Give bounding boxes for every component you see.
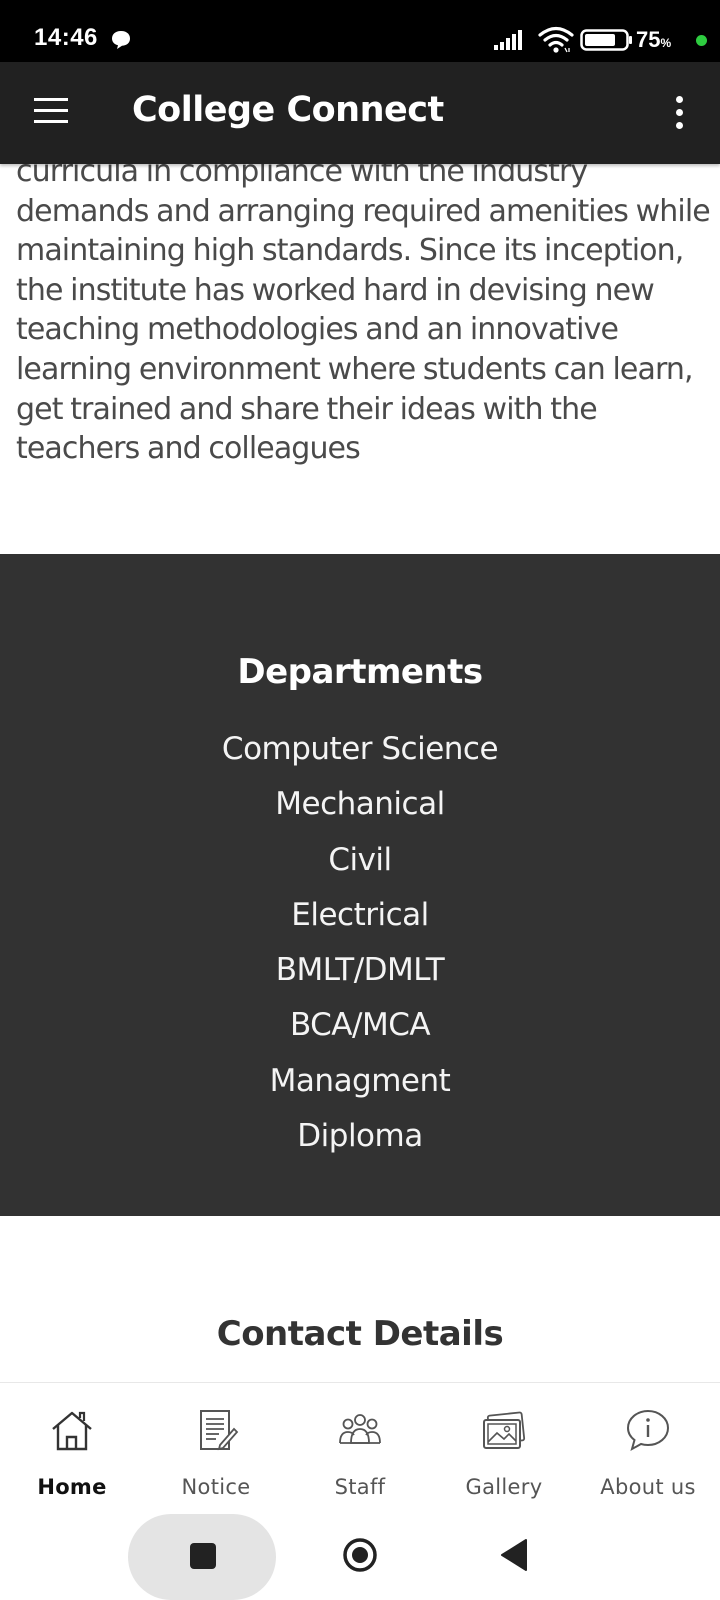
app-bar: College Connect (0, 62, 720, 164)
battery-icon (580, 29, 632, 51)
department-item-diploma: Diploma (297, 1118, 423, 1155)
nav-item-notice[interactable]: Notice (144, 1383, 288, 1513)
department-item-civil: Civil (328, 841, 392, 878)
signal-icon (494, 30, 522, 50)
staff-icon (339, 1414, 381, 1444)
department-item-mechanical: Mechanical (275, 786, 445, 823)
nav-label-about: About us (600, 1475, 696, 1499)
nav-item-about[interactable]: About us (576, 1383, 720, 1513)
charging-dot (696, 35, 707, 46)
departments-list: Computer Science Mechanical Civil Electr… (0, 722, 720, 1164)
battery-level: 75% (636, 27, 672, 52)
home-circle-icon[interactable] (342, 1537, 378, 1573)
gallery-icon (483, 1411, 526, 1449)
status-time: 14:46 (34, 24, 98, 51)
back-icon[interactable] (500, 1538, 530, 1572)
bottom-navigation: Home Notice Staff Gallery About us (0, 1382, 720, 1512)
about-paragraph: curricula in compliance with the industr… (16, 164, 711, 467)
nav-label-notice: Notice (181, 1475, 251, 1499)
recent-apps-icon (190, 1543, 216, 1569)
nav-item-staff[interactable]: Staff (288, 1383, 432, 1513)
department-item-managment: Managment (269, 1062, 451, 1099)
battery-percent-sign: % (660, 36, 672, 50)
main-content[interactable]: curricula in compliance with the industr… (0, 164, 720, 1382)
notice-icon (200, 1410, 239, 1451)
department-item-electrical: Electrical (291, 896, 429, 933)
department-item-bca-mca: BCA/MCA (289, 1007, 431, 1044)
departments-title: Departments (237, 652, 483, 692)
status-bar: 14:46 75% (0, 0, 720, 62)
wifi-icon (538, 26, 574, 53)
app-title: College Connect (132, 90, 444, 130)
department-item-bmlt-dmlt: BMLT/DMLT (275, 952, 445, 989)
home-icon (52, 1411, 92, 1451)
nav-item-gallery[interactable]: Gallery (432, 1383, 576, 1513)
nav-label-staff: Staff (334, 1475, 386, 1499)
contact-details-title: Contact Details (216, 1314, 504, 1354)
nav-label-home: Home (37, 1475, 107, 1499)
info-icon (626, 1409, 670, 1452)
chat-notification-icon (112, 31, 130, 49)
status-icons: 75% (480, 0, 720, 62)
departments-section: Departments Computer Science Mechanical … (0, 554, 720, 1216)
system-navigation-bar (0, 1512, 720, 1600)
nav-label-gallery: Gallery (465, 1475, 543, 1499)
menu-icon[interactable] (34, 98, 68, 126)
overflow-menu-icon[interactable] (676, 96, 684, 130)
nav-item-home[interactable]: Home (0, 1383, 144, 1513)
department-item-computer-science: Computer Science (221, 731, 499, 767)
